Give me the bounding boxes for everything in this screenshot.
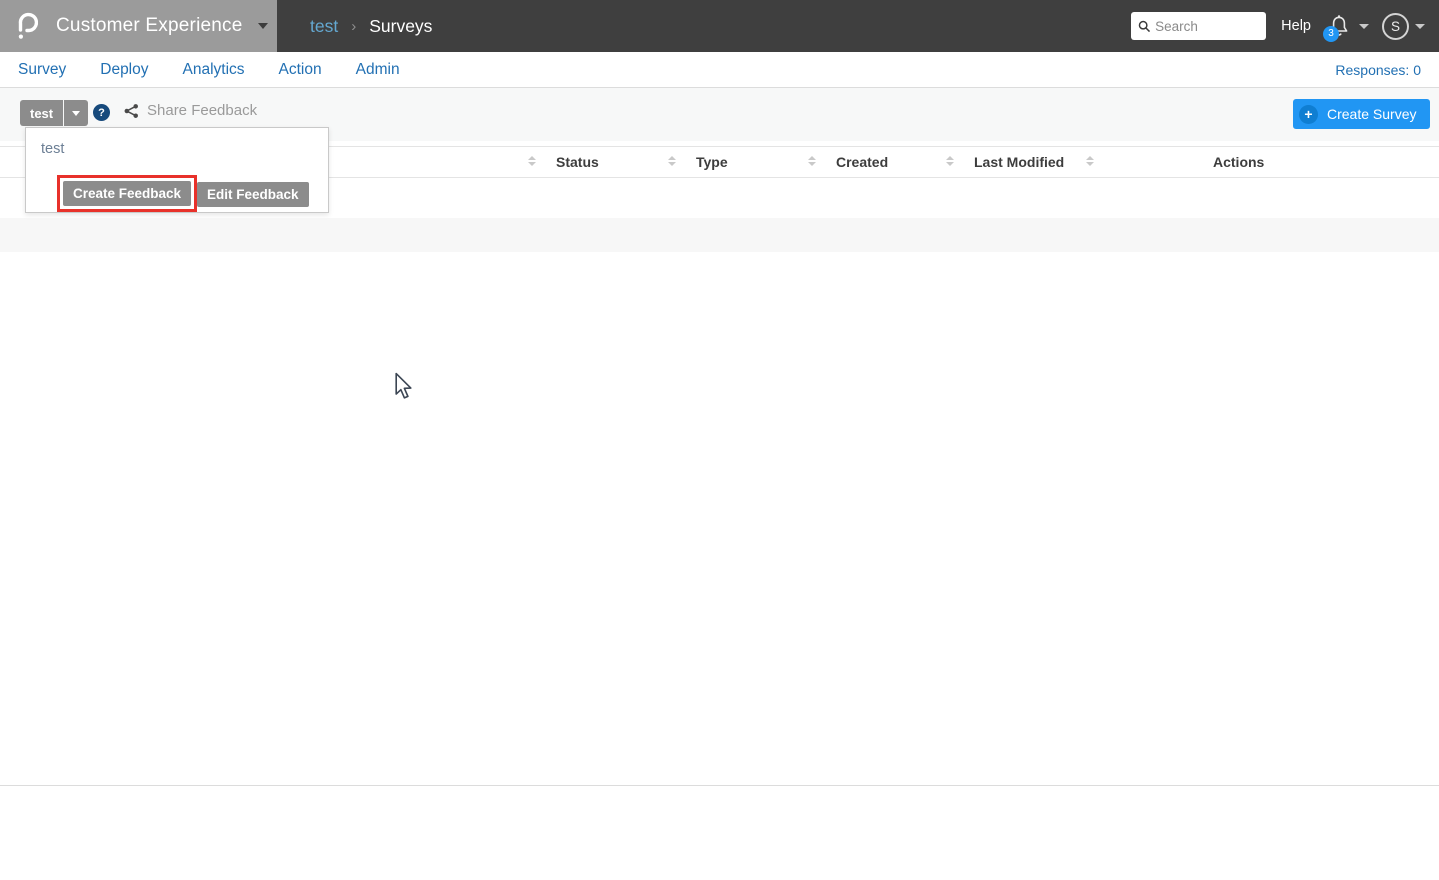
sort-icon[interactable] [528, 156, 536, 166]
avatar-initial: S [1390, 18, 1400, 34]
sort-icon[interactable] [668, 156, 676, 166]
sort-icon[interactable] [946, 156, 954, 166]
product-switcher[interactable]: Customer Experience [0, 0, 277, 52]
dropdown-survey-link[interactable]: test [41, 141, 64, 157]
breadcrumb-survey-link[interactable]: test [310, 16, 338, 37]
survey-dropdown-panel: test Create Feedback Edit Feedback [25, 127, 329, 213]
header-actions: Help 3 S [1131, 12, 1439, 42]
page: Customer Experience test › Surveys Help [0, 0, 1439, 880]
red-highlight-annotation: Create Feedback [57, 175, 198, 212]
column-header-type[interactable]: Type [696, 147, 728, 177]
search-input[interactable] [1155, 18, 1260, 34]
survey-select-dropdown-toggle[interactable] [64, 100, 89, 126]
breadcrumb-current: Surveys [369, 15, 433, 36]
mouse-cursor [395, 372, 412, 399]
share-icon [124, 103, 138, 118]
module-nav: Survey Deploy Analytics Action Admin Res… [0, 52, 1439, 88]
notification-badge: 3 [1323, 25, 1339, 42]
tab-deploy[interactable]: Deploy [100, 61, 148, 79]
questionpro-logo-icon [18, 12, 38, 39]
sort-icon[interactable] [1086, 156, 1094, 166]
edit-feedback-button[interactable]: Edit Feedback [197, 182, 309, 207]
chevron-down-icon [257, 23, 268, 29]
chevron-down-icon[interactable] [1415, 23, 1425, 29]
top-header: Customer Experience test › Surveys Help [0, 0, 1439, 52]
tab-admin[interactable]: Admin [356, 61, 400, 79]
breadcrumb-separator: › [351, 17, 357, 35]
responses-count: Responses: 0 [1335, 61, 1421, 78]
footer: Discover how customers feel with automat… [0, 785, 1439, 880]
create-feedback-button[interactable]: Create Feedback [63, 181, 192, 206]
column-header-actions: Actions [1213, 154, 1265, 170]
column-header-created[interactable]: Created [836, 147, 888, 177]
help-link[interactable]: Help [1281, 18, 1311, 34]
search-icon [1138, 20, 1151, 32]
breadcrumb: test › Surveys [310, 16, 432, 37]
plus-icon: + [1299, 104, 1318, 124]
search-box [1131, 12, 1267, 40]
tab-analytics[interactable]: Analytics [183, 61, 245, 79]
share-feedback-link[interactable]: Share Feedback [124, 102, 257, 119]
survey-select-split-button[interactable]: test [20, 100, 89, 126]
tab-action[interactable]: Action [279, 61, 322, 79]
column-header-status[interactable]: Status [556, 147, 599, 177]
chevron-down-icon[interactable] [1359, 23, 1369, 29]
create-survey-button[interactable]: + Create Survey [1293, 99, 1431, 129]
product-name: Customer Experience [56, 15, 243, 36]
tab-survey[interactable]: Survey [18, 61, 66, 79]
sort-icon[interactable] [808, 156, 816, 166]
avatar[interactable]: S [1382, 12, 1409, 40]
chevron-down-icon [72, 110, 81, 116]
table-footer-strip [0, 218, 1439, 252]
help-tooltip-icon[interactable]: ? [93, 104, 110, 121]
create-survey-label: Create Survey [1327, 106, 1417, 122]
share-feedback-label: Share Feedback [147, 102, 258, 119]
survey-select-label[interactable]: test [20, 100, 64, 126]
column-header-last-modified[interactable]: Last Modified [974, 147, 1064, 177]
notifications-button[interactable]: 3 [1323, 14, 1350, 42]
